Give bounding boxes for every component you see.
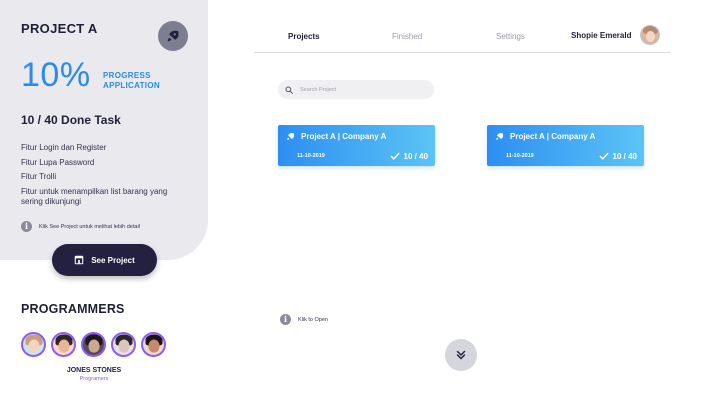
progress-label-line1: PROGRESS	[103, 71, 151, 80]
double-chevron-down-icon	[456, 350, 466, 360]
project-card-date: 11-10-2019	[297, 153, 325, 159]
done-task-count: 10 / 40 Done Task	[21, 113, 121, 127]
project-card[interactable]: Project A | Company A 11-10-2019 10 / 40	[278, 125, 435, 166]
programmer-avatar-face	[118, 339, 129, 353]
rocket-icon[interactable]	[158, 21, 188, 51]
project-card[interactable]: Project A | Company A 11-10-2019 10 / 40	[487, 125, 644, 166]
project-summary-panel: PROJECT A 10% PROGRESS APPLICATION 10 / …	[0, 0, 208, 260]
rocket-icon-glyph	[167, 30, 179, 42]
progress-percent: 10%	[21, 56, 91, 94]
programmer-avatar[interactable]	[21, 332, 46, 357]
project-card-title: Project A | Company A	[286, 132, 386, 141]
rocket-icon	[287, 133, 295, 140]
rocket-icon	[496, 133, 504, 140]
project-card-count: 10 / 40	[599, 151, 637, 161]
programmer-avatar[interactable]	[111, 332, 136, 357]
tab-settings[interactable]: Settings	[496, 32, 525, 41]
feature-item: Fitur Trolli	[21, 172, 57, 181]
see-project-button-label: See Project	[91, 255, 135, 265]
project-card-date: 11-10-2019	[506, 153, 534, 159]
scroll-down-button[interactable]	[445, 339, 477, 371]
programmer-avatar[interactable]	[51, 332, 76, 357]
check-icon	[390, 152, 400, 160]
progress-label-line2: APPLICATION	[103, 81, 160, 90]
user-avatar-face	[646, 31, 655, 42]
project-card-count-text: 10 / 40	[612, 151, 637, 161]
programmer-role: Programers	[79, 376, 109, 382]
programmer-name: JONES STONES	[66, 367, 122, 374]
feature-item: Fitur Login dan Register	[21, 143, 107, 152]
open-hint: i Klik to Open	[280, 314, 328, 325]
see-project-button[interactable]: See Project	[52, 244, 157, 276]
tab-finished[interactable]: Finished	[392, 32, 422, 41]
app-root: PROJECT A 10% PROGRESS APPLICATION 10 / …	[0, 0, 713, 400]
feature-item: Fitur Lupa Password	[21, 157, 95, 167]
search-icon	[285, 86, 293, 94]
tab-projects[interactable]: Projects	[288, 32, 320, 41]
see-project-hint-text: Klik See Project untuk melihat lebih det…	[39, 223, 140, 230]
programmer-avatar-face	[88, 339, 99, 353]
feature-list: Fitur Login dan Register Fitur Lupa Pass…	[21, 143, 191, 211]
progress-label: PROGRESS APPLICATION	[103, 71, 160, 91]
feature-item: Fitur untuk menampilkan list barang yang…	[21, 186, 168, 206]
top-nav: Projects Finished Settings Shopie Emeral…	[254, 24, 670, 53]
project-card-title-text: Project A | Company A	[301, 132, 387, 141]
programmer-avatar[interactable]	[141, 332, 166, 357]
programmer-avatar[interactable]	[81, 332, 106, 357]
check-icon	[599, 152, 609, 160]
open-hint-text: Klik to Open	[298, 316, 328, 323]
search-input[interactable]	[300, 86, 420, 93]
user-name[interactable]: Shopie Emerald	[571, 31, 631, 40]
project-title: PROJECT A	[21, 21, 98, 36]
programmer-avatar-face	[148, 339, 159, 353]
window-icon	[74, 255, 84, 265]
programmers-title: PROGRAMMERS	[21, 302, 125, 316]
user-avatar[interactable]	[640, 25, 660, 45]
project-card-title: Project A | Company A	[495, 132, 595, 141]
programmer-avatar-face	[28, 339, 39, 353]
project-card-count: 10 / 40	[390, 151, 428, 161]
project-card-title-text: Project A | Company A	[510, 132, 596, 141]
project-card-count-text: 10 / 40	[403, 151, 428, 161]
see-project-hint: i Klik See Project untuk melihat lebih d…	[21, 221, 140, 232]
info-icon: i	[21, 221, 32, 232]
programmer-avatar-face	[58, 339, 69, 353]
programmer-avatar-list	[21, 332, 166, 357]
search-bar[interactable]	[278, 80, 434, 99]
info-icon: i	[280, 314, 291, 325]
